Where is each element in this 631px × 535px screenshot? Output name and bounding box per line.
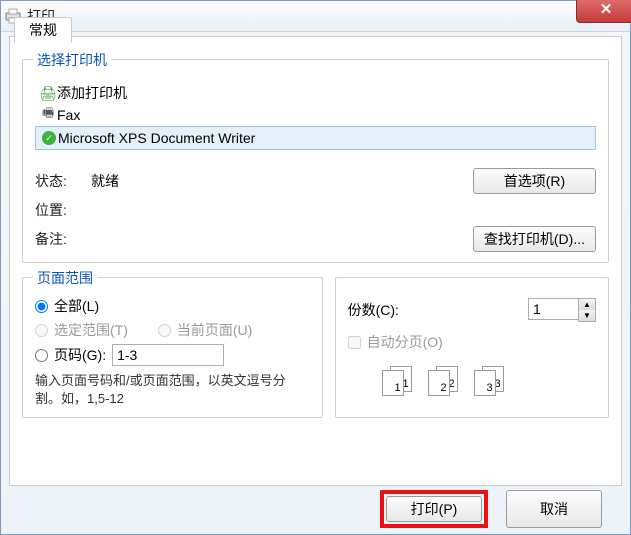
page-range-legend: 页面范围 — [33, 268, 97, 288]
printer-item-label: Microsoft XPS Document Writer — [58, 130, 255, 146]
dialog-footer: 打印(P) 取消 — [1, 490, 630, 528]
range-selection-radio — [35, 324, 48, 337]
printer-item-xps[interactable]: ✓ Microsoft XPS Document Writer — [35, 126, 596, 150]
client-area: 常规 选择打印机 🖨 添加打印机 🖷 Fax ✓ Microsoft XPS D… — [9, 36, 622, 486]
copies-label: 份数(C): — [348, 300, 399, 320]
range-current-label: 当前页面(U) — [177, 320, 252, 340]
copies-up-button[interactable]: ▲ — [579, 299, 595, 310]
copies-group: x 份数(C): ▲ ▼ 自动分页(O) — [335, 277, 609, 418]
printer-item-label: Fax — [57, 107, 80, 123]
print-dialog-window: 打印 ✕ 常规 选择打印机 🖨 添加打印机 🖷 Fax ✓ Microsoft … — [0, 0, 631, 535]
printer-list[interactable]: 🖨 添加打印机 🖷 Fax ✓ Microsoft XPS Document W… — [35, 82, 596, 150]
page-stack-icon: 1 1 — [382, 366, 416, 396]
range-pages-input[interactable] — [112, 344, 224, 366]
print-button[interactable]: 打印(P) — [386, 496, 482, 522]
fax-icon: 🖷 — [39, 104, 57, 126]
collate-checkbox — [348, 336, 361, 349]
status-value: 就绪 — [91, 171, 473, 191]
page-stack-icon: 3 3 — [474, 366, 508, 396]
preferences-button[interactable]: 首选项(R) — [473, 168, 596, 194]
collate-illustration: 1 1 2 2 3 3 — [348, 366, 596, 396]
comment-label: 备注: — [35, 229, 91, 249]
printer-select-legend: 选择打印机 — [33, 50, 111, 70]
titlebar: 打印 ✕ — [1, 1, 630, 32]
printer-item-label: 添加打印机 — [57, 83, 127, 103]
range-all-radio[interactable] — [35, 300, 48, 313]
collate-label: 自动分页(O) — [367, 332, 443, 352]
status-label: 状态: — [35, 171, 91, 191]
printer-item-fax[interactable]: 🖷 Fax — [35, 104, 596, 126]
printer-item-add[interactable]: 🖨 添加打印机 — [35, 82, 596, 104]
cancel-button[interactable]: 取消 — [506, 490, 602, 528]
print-button-highlight: 打印(P) — [380, 490, 488, 528]
tab-general[interactable]: 常规 — [14, 17, 72, 43]
copies-spinner[interactable]: ▲ ▼ — [528, 298, 596, 322]
close-icon: ✕ — [600, 0, 613, 18]
range-pages-radio[interactable] — [35, 349, 48, 362]
add-printer-icon: 🖨 — [39, 85, 57, 102]
range-current-radio — [158, 324, 171, 337]
printer-select-group: 选择打印机 🖨 添加打印机 🖷 Fax ✓ Microsoft XPS Docu… — [22, 59, 609, 263]
range-hint: 输入页面号码和/或页面范围，以英文逗号分割。如，1,5-12 — [35, 372, 310, 407]
location-label: 位置: — [35, 200, 91, 220]
range-pages-label: 页码(G): — [54, 345, 106, 365]
xps-printer-icon: ✓ — [40, 131, 58, 145]
find-printer-button[interactable]: 查找打印机(D)... — [473, 226, 596, 252]
page-range-group: 页面范围 全部(L) 选定范围(T) 当前页面(U) 页码(G): — [22, 277, 323, 418]
close-button[interactable]: ✕ — [576, 0, 631, 23]
copies-down-button[interactable]: ▼ — [579, 310, 595, 321]
page-stack-icon: 2 2 — [428, 366, 462, 396]
range-selection-label: 选定范围(T) — [54, 320, 128, 340]
range-all-label: 全部(L) — [54, 296, 99, 316]
copies-input[interactable] — [528, 298, 578, 320]
